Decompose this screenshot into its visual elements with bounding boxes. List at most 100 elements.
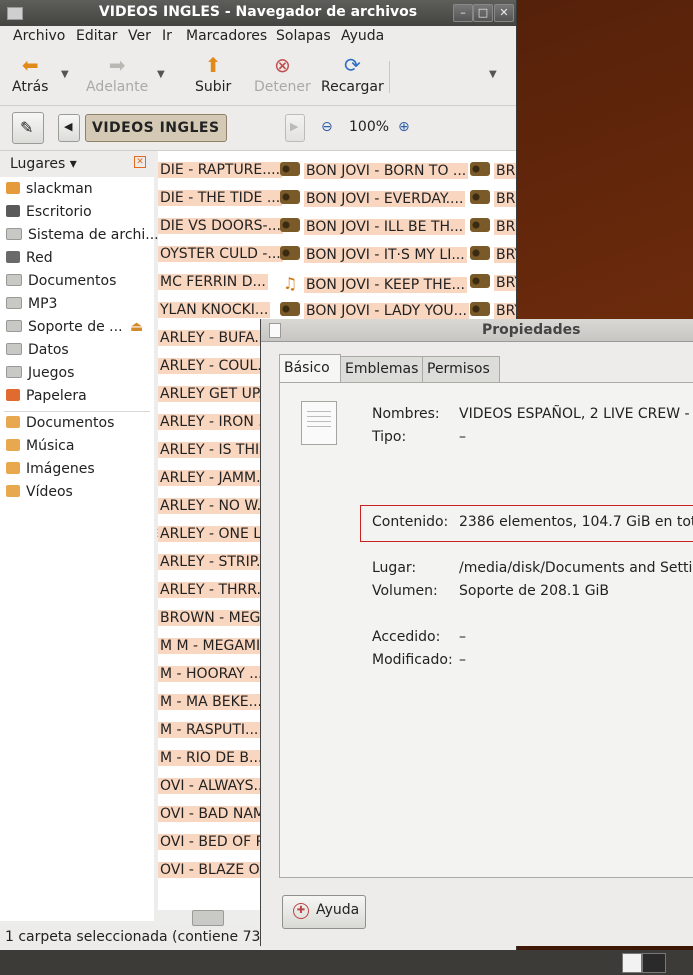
file-item[interactable]: BRY	[470, 302, 516, 320]
toolbar-overflow-caret-icon[interactable]: ▼	[489, 69, 497, 80]
left-arrow-icon: ◀	[64, 120, 73, 133]
file-item[interactable]: ARLEY - THRR...	[158, 582, 272, 600]
toolbar: ⬅ Atrás ▼ ➡ Adelante ▼ ⬆ Subir ⊗ Detener…	[0, 47, 516, 106]
file-name: M - RIO DE B...	[158, 750, 265, 766]
sidebar-type-selector[interactable]: Lugares ▾	[10, 156, 77, 172]
back-history-caret-icon[interactable]: ▼	[61, 69, 69, 80]
path-scroll-left-button[interactable]: ◀	[58, 114, 80, 142]
menu-editar[interactable]: Editar	[76, 28, 117, 44]
file-item[interactable]: BON JOVI - IT·S MY LI...	[280, 246, 467, 264]
sidebar-item-red[interactable]: Red	[6, 250, 53, 270]
toggle-location-entry-button[interactable]: ✎	[12, 112, 44, 144]
sidebar-item-mp3[interactable]: MP3	[6, 296, 57, 316]
file-name: BRO	[494, 219, 516, 235]
sidebar-item-documentos-drive[interactable]: Documentos	[6, 273, 116, 293]
file-item[interactable]: OYSTER CULD -...	[158, 246, 283, 264]
sidebar-item-label: MP3	[28, 296, 58, 312]
sidebar-item-musica[interactable]: Música	[6, 438, 74, 458]
file-item[interactable]: BRY	[470, 274, 516, 292]
maximize-button[interactable]: □	[473, 4, 493, 22]
sidebar-item-datos[interactable]: Datos	[6, 342, 69, 362]
sidebar-item-soporte[interactable]: Soporte de ... ⏏	[6, 319, 143, 339]
sidebar-item-imagenes[interactable]: Imágenes	[6, 461, 95, 481]
close-button[interactable]: ✕	[494, 4, 514, 22]
eject-icon[interactable]: ⏏	[130, 319, 143, 335]
file-item[interactable]: ARLEY - IS THI...	[158, 442, 275, 460]
forward-button[interactable]: ➡ Adelante	[86, 53, 148, 95]
file-name: ARLEY - NO W...	[158, 498, 272, 514]
menu-archivo[interactable]: Archivo	[13, 28, 65, 44]
file-item[interactable]: ARLEY - COUL...	[158, 358, 273, 376]
tab-emblemas[interactable]: Emblemas	[340, 356, 425, 382]
sidebar-item-videos[interactable]: Vídeos	[6, 484, 73, 504]
file-item[interactable]: OVI - ALWAYS....	[158, 778, 274, 796]
horizontal-scrollbar-thumb[interactable]	[192, 910, 224, 926]
title-bar[interactable]: VIDEOS INGLES - Navegador de archivos – …	[0, 0, 516, 26]
file-item[interactable]: BON JOVI - EVERDAY....	[280, 190, 466, 208]
file-item[interactable]: M M - MEGAMI...	[158, 638, 276, 656]
zoom-in-icon[interactable]: ⊕	[398, 119, 410, 135]
file-name: YLAN KNOCKI...	[158, 302, 271, 318]
sidebar-item-escritorio[interactable]: Escritorio	[6, 204, 92, 224]
sidebar-item-juegos[interactable]: Juegos	[6, 365, 74, 385]
minimize-button[interactable]: –	[453, 4, 473, 22]
file-item[interactable]: BON JOVI - BORN TO ...	[280, 162, 469, 180]
menu-solapas[interactable]: Solapas	[276, 28, 331, 44]
dialog-title-bar[interactable]: Propiedades	[261, 319, 693, 342]
contents-value: 2386 elementos, 104.7 GiB en total	[459, 514, 693, 530]
file-item[interactable]: ARLEY GET UP...	[158, 386, 274, 404]
path-scroll-right-button[interactable]: ▶	[285, 114, 305, 142]
reload-button[interactable]: ⟳ Recargar	[321, 53, 384, 95]
tab-permisos[interactable]: Permisos	[422, 356, 500, 382]
forward-history-caret-icon[interactable]: ▼	[157, 69, 165, 80]
up-button[interactable]: ⬆ Subir	[195, 53, 231, 95]
location-value[interactable]: /media/disk/Documents and Settings/U	[459, 560, 693, 576]
file-item[interactable]: DIE VS DOORS-...	[158, 218, 283, 236]
menu-marcadores[interactable]: Marcadores	[186, 28, 267, 44]
sidebar-item-label: Papelera	[26, 388, 87, 404]
menu-ver[interactable]: Ver	[128, 28, 151, 44]
help-button[interactable]: ✚ Ayuda	[282, 895, 366, 929]
stop-button[interactable]: ⊗ Detener	[254, 53, 311, 95]
file-item[interactable]: MC FERRIN D...	[158, 274, 268, 292]
file-item[interactable]: ARLEY - JAMM...	[158, 470, 272, 488]
file-item[interactable]: M - HOORAY ...	[158, 666, 265, 684]
file-item[interactable]: M - RIO DE B...	[158, 750, 265, 768]
back-button[interactable]: ⬅ Atrás	[12, 53, 48, 95]
file-item[interactable]: M - RASPUTI...	[158, 722, 261, 740]
zoom-out-icon[interactable]: ⊖	[321, 119, 333, 135]
file-item[interactable]: DIE - THE TIDE ...	[158, 190, 283, 208]
tab-basico[interactable]: Básico	[279, 354, 341, 382]
workspace-switcher-2[interactable]	[642, 953, 666, 973]
sidebar-item-filesystem[interactable]: Sistema de archi...	[6, 227, 159, 247]
close-sidebar-icon[interactable]: ✕	[134, 156, 146, 168]
workspace-switcher-1[interactable]	[622, 953, 642, 973]
file-item[interactable]: BON JOVI - LADY YOU...	[280, 302, 469, 320]
sidebar-item-slackman[interactable]: slackman	[6, 181, 93, 201]
file-name: MC FERRIN D...	[158, 274, 268, 290]
reload-icon: ⟳	[343, 53, 361, 77]
file-item[interactable]: ARLEY - ONE L...	[158, 526, 277, 544]
file-item[interactable]: DIE - RAPTURE....	[158, 162, 283, 180]
zoom-level[interactable]: 100%	[349, 119, 389, 135]
file-item[interactable]: ARLEY - STRIP...	[158, 554, 272, 572]
file-item[interactable]: ARLEY - IRON ...	[158, 414, 274, 432]
menu-ir[interactable]: Ir	[162, 28, 172, 44]
menu-ayuda[interactable]: Ayuda	[341, 28, 384, 44]
file-item[interactable]: BON JOVI - ILL BE TH...	[280, 218, 466, 236]
file-item[interactable]: BRO	[470, 190, 516, 208]
file-item[interactable]: ♫ BON JOVI - KEEP THE...	[280, 274, 467, 293]
file-item[interactable]: BRI	[470, 162, 516, 180]
file-item[interactable]: ARLEY - BUFA...	[158, 330, 270, 348]
file-item[interactable]: BROWN - MEG...	[158, 610, 276, 628]
path-current-folder[interactable]: VIDEOS INGLES	[85, 114, 227, 142]
file-item[interactable]: M - MA BEKE...	[158, 694, 264, 712]
sidebar-item-label: Juegos	[28, 365, 75, 381]
sidebar-item-papelera[interactable]: Papelera	[6, 388, 87, 408]
file-item[interactable]: BRY	[470, 246, 516, 264]
sidebar-item-documentos[interactable]: Documentos	[6, 415, 114, 435]
file-item[interactable]: ARLEY - NO W...	[158, 498, 272, 516]
file-item[interactable]: BRO	[470, 218, 516, 236]
file-item[interactable]: YLAN KNOCKI...	[158, 302, 271, 320]
names-value[interactable]: VIDEOS ESPAÑOL, 2 LIVE CREW - ME SO	[459, 406, 693, 422]
